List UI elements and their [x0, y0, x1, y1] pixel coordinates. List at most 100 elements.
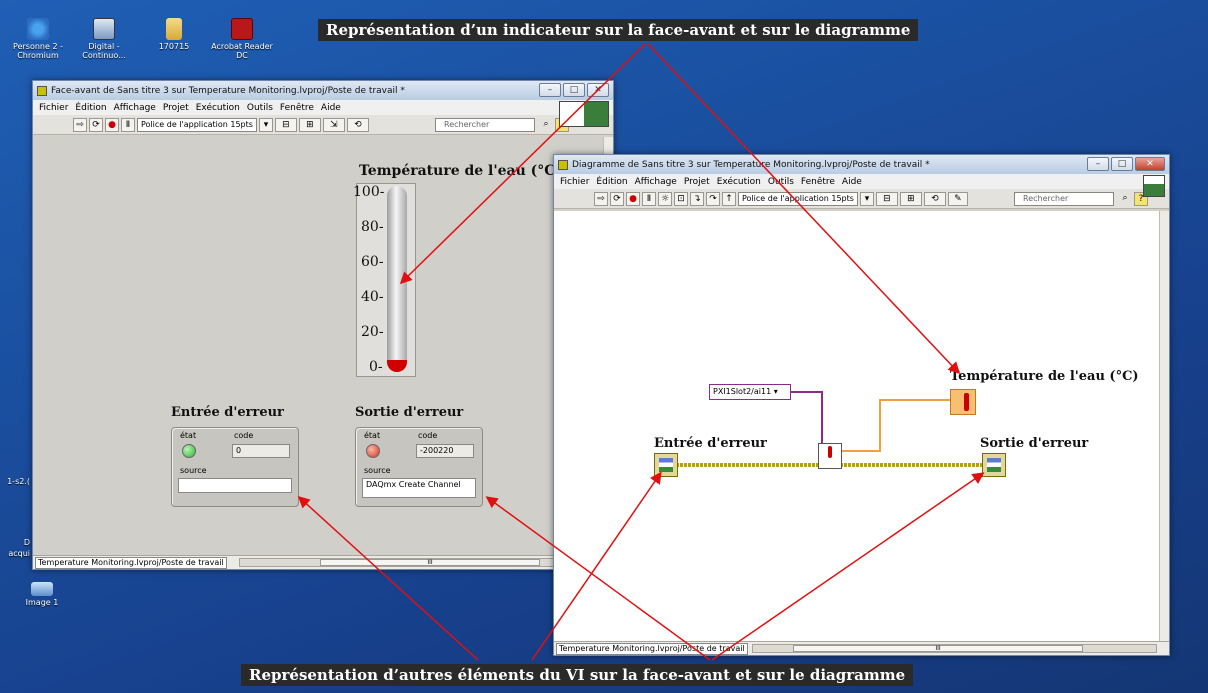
acrobat-icon — [231, 18, 253, 40]
project-path[interactable]: Temperature Monitoring.lvproj/Poste de t… — [35, 557, 227, 569]
project-path[interactable]: Temperature Monitoring.lvproj/Poste de t… — [556, 643, 748, 655]
menu-edition[interactable]: Édition — [75, 103, 106, 113]
menu-affichage[interactable]: Affichage — [635, 177, 677, 187]
menu-affichage[interactable]: Affichage — [114, 103, 156, 113]
menu-fichier[interactable]: Fichier — [560, 177, 589, 187]
align-icon[interactable]: ⊟ — [274, 117, 297, 132]
run-arrow-icon[interactable]: ⇨ — [73, 117, 87, 132]
desktop-icon-acrobat[interactable]: Acrobat Reader DC — [210, 18, 274, 60]
horizontal-scrollbar[interactable]: III — [752, 644, 1157, 653]
font-select[interactable]: Police de l'application 15pts — [738, 191, 858, 206]
run-continuous-icon[interactable]: ⟳ — [89, 117, 103, 132]
diagram-statusbar: Temperature Monitoring.lvproj/Poste de t… — [554, 641, 1169, 655]
labview-icon — [558, 159, 568, 170]
connector-pane-icon[interactable] — [559, 101, 609, 127]
desktop-edge-text: D — [23, 538, 30, 547]
menu-fichier[interactable]: Fichier — [39, 103, 68, 113]
highlight-execution-icon[interactable]: ☼ — [658, 191, 672, 206]
menu-execution[interactable]: Exécution — [196, 103, 240, 113]
error-out-terminal[interactable] — [982, 453, 1006, 477]
menu-projet[interactable]: Projet — [684, 177, 710, 187]
run-arrow-icon[interactable]: ⇨ — [594, 191, 608, 206]
maximize-button[interactable]: □ — [563, 83, 585, 97]
window-title: Face-avant de Sans titre 3 sur Temperatu… — [51, 85, 405, 96]
distribute-icon[interactable]: ⊞ — [899, 191, 922, 206]
menu-projet[interactable]: Projet — [163, 103, 189, 113]
status-label: état — [364, 431, 381, 440]
daqmx-read-subvi[interactable] — [818, 443, 842, 469]
minimize-button[interactable]: – — [539, 83, 561, 97]
search-input[interactable]: Rechercher — [435, 118, 535, 132]
close-button[interactable]: ✕ — [1135, 157, 1165, 171]
menu-edition[interactable]: Édition — [596, 177, 627, 187]
menu-aide[interactable]: Aide — [842, 177, 862, 187]
close-button[interactable]: ✕ — [587, 83, 609, 97]
vi-icon[interactable] — [1143, 175, 1165, 197]
cleanup-icon[interactable]: ✎ — [947, 191, 968, 206]
pause-icon[interactable]: Ⅱ — [121, 117, 135, 132]
block-diagram-canvas: PXI1Slot2/ai11 ▾ Température de l'eau (°… — [554, 211, 1159, 641]
channel-constant[interactable]: PXI1Slot2/ai11 ▾ — [709, 384, 791, 400]
search-icon[interactable]: ⌕ — [539, 118, 553, 132]
chevron-down-icon[interactable]: ▾ — [859, 191, 874, 206]
resize-icon[interactable]: ⇲ — [322, 117, 345, 132]
vertical-scrollbar[interactable] — [1159, 211, 1169, 641]
desktop-edge-text: 1-s2.( — [7, 477, 30, 486]
thermometer-tick: 40- — [361, 289, 384, 305]
diagram-titlebar[interactable]: Diagramme de Sans titre 3 sur Temperatur… — [554, 155, 1169, 174]
front-panel-titlebar[interactable]: Face-avant de Sans titre 3 sur Temperatu… — [33, 81, 613, 100]
error-code-field[interactable]: -200220 — [416, 444, 474, 458]
chevron-down-icon[interactable]: ▾ — [258, 117, 273, 132]
scroll-thumb[interactable]: III — [793, 645, 1083, 652]
menu-execution[interactable]: Exécution — [717, 177, 761, 187]
search-input[interactable]: Rechercher — [1014, 192, 1114, 206]
error-in-terminal[interactable] — [654, 453, 678, 477]
desktop-icon-label: Personne 2 - Chromium — [13, 42, 63, 60]
retain-wire-values-icon[interactable]: ⊡ — [674, 191, 688, 206]
run-continuous-icon[interactable]: ⟳ — [610, 191, 624, 206]
menu-fenetre[interactable]: Fenêtre — [801, 177, 835, 187]
step-into-icon[interactable]: ↴ — [690, 191, 704, 206]
menu-aide[interactable]: Aide — [321, 103, 341, 113]
error-code-field[interactable]: 0 — [232, 444, 290, 458]
abort-icon[interactable]: ● — [626, 191, 640, 206]
font-select[interactable]: Police de l'application 15pts — [137, 117, 257, 132]
desktop-icon-chromium[interactable]: Personne 2 - Chromium — [6, 18, 70, 60]
temperature-terminal[interactable] — [950, 389, 976, 415]
diagram-window: Diagramme de Sans titre 3 sur Temperatur… — [553, 154, 1170, 656]
align-icon[interactable]: ⊟ — [875, 191, 898, 206]
menu-outils[interactable]: Outils — [247, 103, 273, 113]
maximize-button[interactable]: □ — [1111, 157, 1133, 171]
data-wire — [830, 399, 950, 452]
search-icon[interactable]: ⌕ — [1118, 192, 1132, 206]
code-label: code — [234, 431, 254, 440]
step-out-icon[interactable]: ↑ — [722, 191, 736, 206]
front-panel-menubar: Fichier Édition Affichage Projet Exécuti… — [33, 100, 613, 115]
minimize-button[interactable]: – — [1087, 157, 1109, 171]
thermometer-icon — [828, 446, 832, 458]
desktop-icon-image[interactable]: Image 1 — [10, 582, 74, 607]
error-source-field[interactable] — [178, 478, 292, 493]
pause-icon[interactable]: Ⅱ — [642, 191, 656, 206]
status-led[interactable] — [182, 444, 196, 458]
desktop-icon-folder[interactable]: 170715 — [142, 18, 206, 51]
menu-outils[interactable]: Outils — [768, 177, 794, 187]
error-source-field[interactable]: DAQmx Create Channel — [362, 478, 476, 498]
status-led[interactable] — [366, 444, 380, 458]
reorder-icon[interactable]: ⟲ — [346, 117, 369, 132]
cluster-icon — [987, 458, 1001, 472]
step-over-icon[interactable]: ↷ — [706, 191, 720, 206]
task-wire — [790, 391, 823, 443]
scroll-thumb[interactable]: III — [320, 559, 540, 566]
error-out-cluster[interactable]: état code -200220 source DAQmx Create Ch… — [355, 427, 483, 507]
distribute-icon[interactable]: ⊞ — [298, 117, 321, 132]
temperature-terminal-label: Température de l'eau (°C) — [950, 369, 1139, 384]
horizontal-scrollbar[interactable]: III — [239, 558, 601, 567]
reorder-icon[interactable]: ⟲ — [923, 191, 946, 206]
desktop-icon-label: Digital - Continuo... — [82, 42, 126, 60]
desktop-icon-digital[interactable]: Digital - Continuo... — [72, 18, 136, 60]
menu-fenetre[interactable]: Fenêtre — [280, 103, 314, 113]
error-in-cluster[interactable]: état code 0 source — [171, 427, 299, 507]
abort-icon[interactable]: ● — [105, 117, 119, 132]
folder-icon — [166, 18, 182, 40]
